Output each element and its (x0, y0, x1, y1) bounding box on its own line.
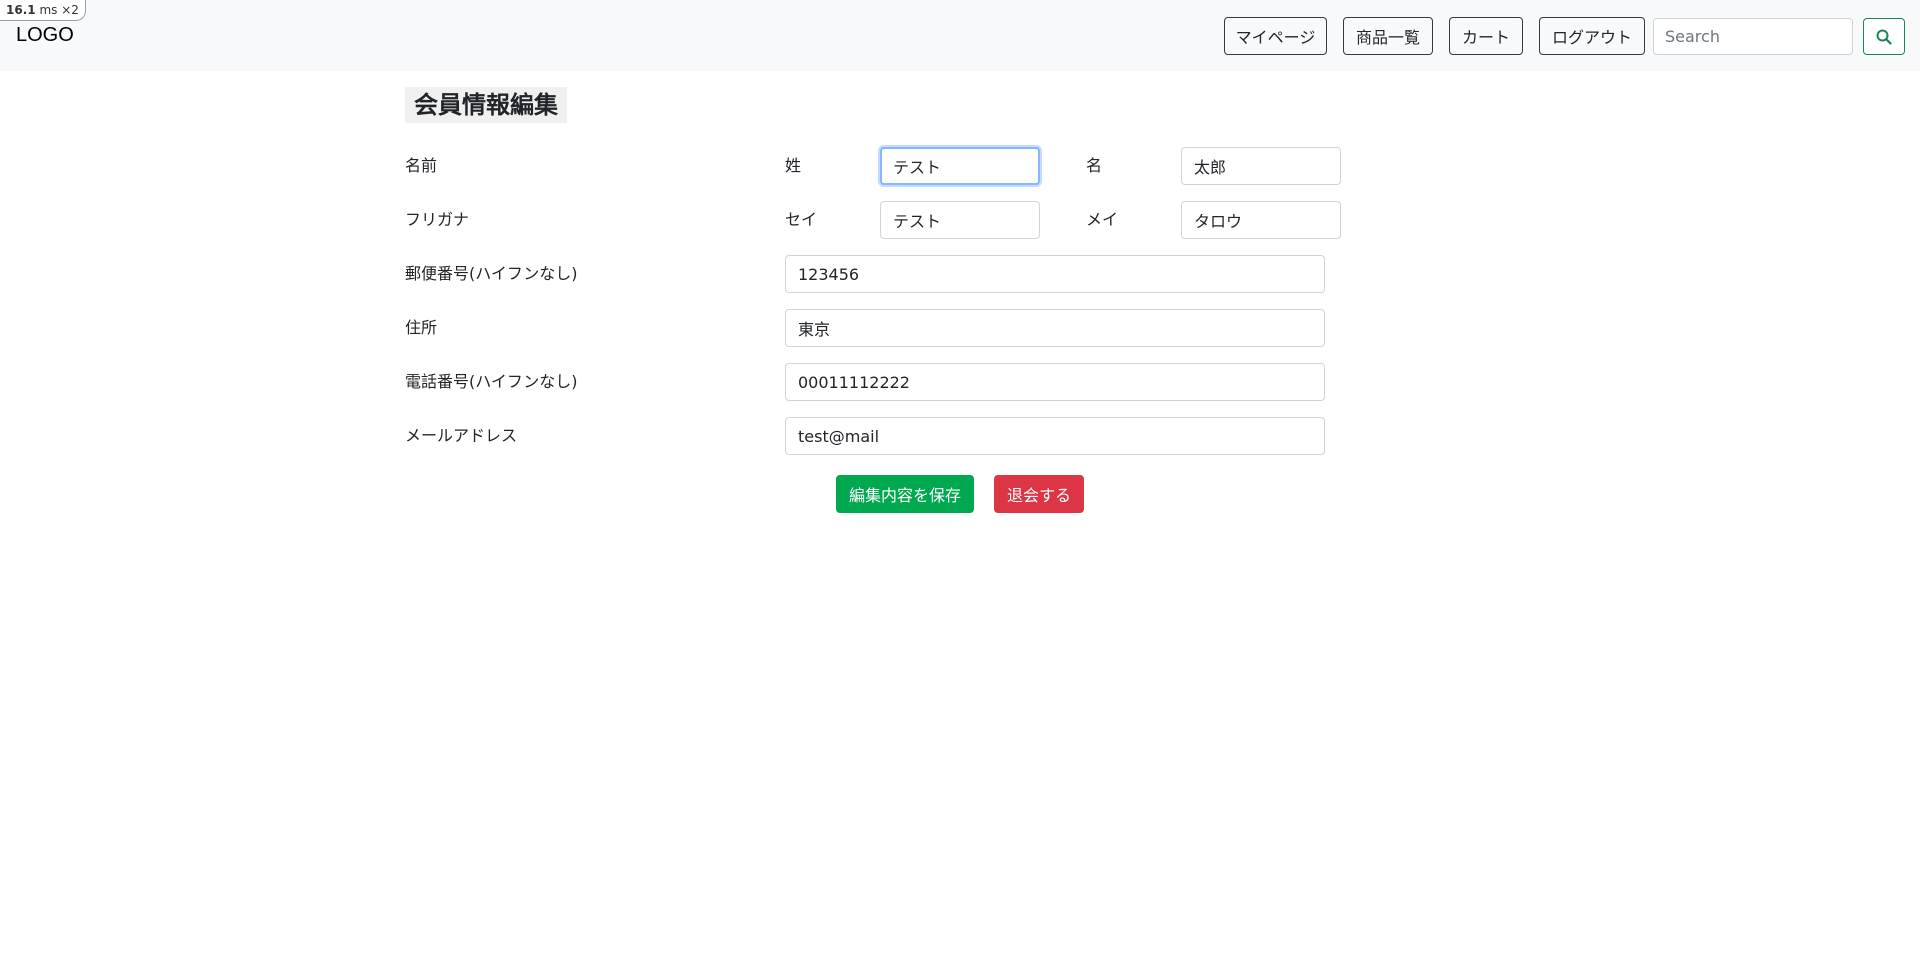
save-button[interactable]: 編集内容を保存 (836, 475, 974, 513)
first-kana-field[interactable] (1181, 201, 1341, 239)
kana-label: フリガナ (405, 210, 470, 229)
name-label: 名前 (405, 156, 438, 175)
perf-unit: ms (39, 3, 58, 17)
postal-label: 郵便番号(ハイフンなし) (405, 264, 578, 283)
search-input[interactable] (1653, 18, 1853, 55)
nav-products-button[interactable]: 商品一覧 (1343, 17, 1433, 55)
perf-value: 16.1 (6, 3, 36, 17)
email-label: メールアドレス (405, 426, 518, 445)
logo[interactable]: LOGO (16, 24, 74, 47)
postal-field[interactable] (785, 255, 1325, 293)
first-name-field[interactable] (1181, 147, 1341, 185)
phone-field[interactable] (785, 363, 1325, 401)
page-title: 会員情報編集 (405, 87, 567, 123)
last-kana-label: セイ (785, 210, 818, 229)
withdraw-button[interactable]: 退会する (994, 475, 1084, 513)
email-field[interactable] (785, 417, 1325, 455)
nav-cart-button[interactable]: カート (1449, 17, 1523, 55)
last-name-label: 姓 (785, 156, 802, 175)
last-name-field[interactable] (880, 147, 1040, 185)
first-kana-label: メイ (1086, 210, 1119, 229)
nav-logout-button[interactable]: ログアウト (1539, 17, 1645, 55)
perf-multiplier: ×2 (61, 3, 79, 17)
phone-label: 電話番号(ハイフンなし) (405, 372, 578, 391)
search-icon (1876, 29, 1892, 45)
last-kana-field[interactable] (880, 201, 1040, 239)
first-name-label: 名 (1086, 156, 1103, 175)
nav-mypage-button[interactable]: マイページ (1224, 17, 1327, 55)
perf-badge: 16.1 ms ×2 (0, 0, 86, 21)
address-label: 住所 (405, 318, 438, 337)
search-button[interactable] (1863, 18, 1905, 55)
navbar: LOGO マイページ 商品一覧 カート ログアウト (0, 0, 1920, 71)
address-field[interactable] (785, 309, 1325, 347)
